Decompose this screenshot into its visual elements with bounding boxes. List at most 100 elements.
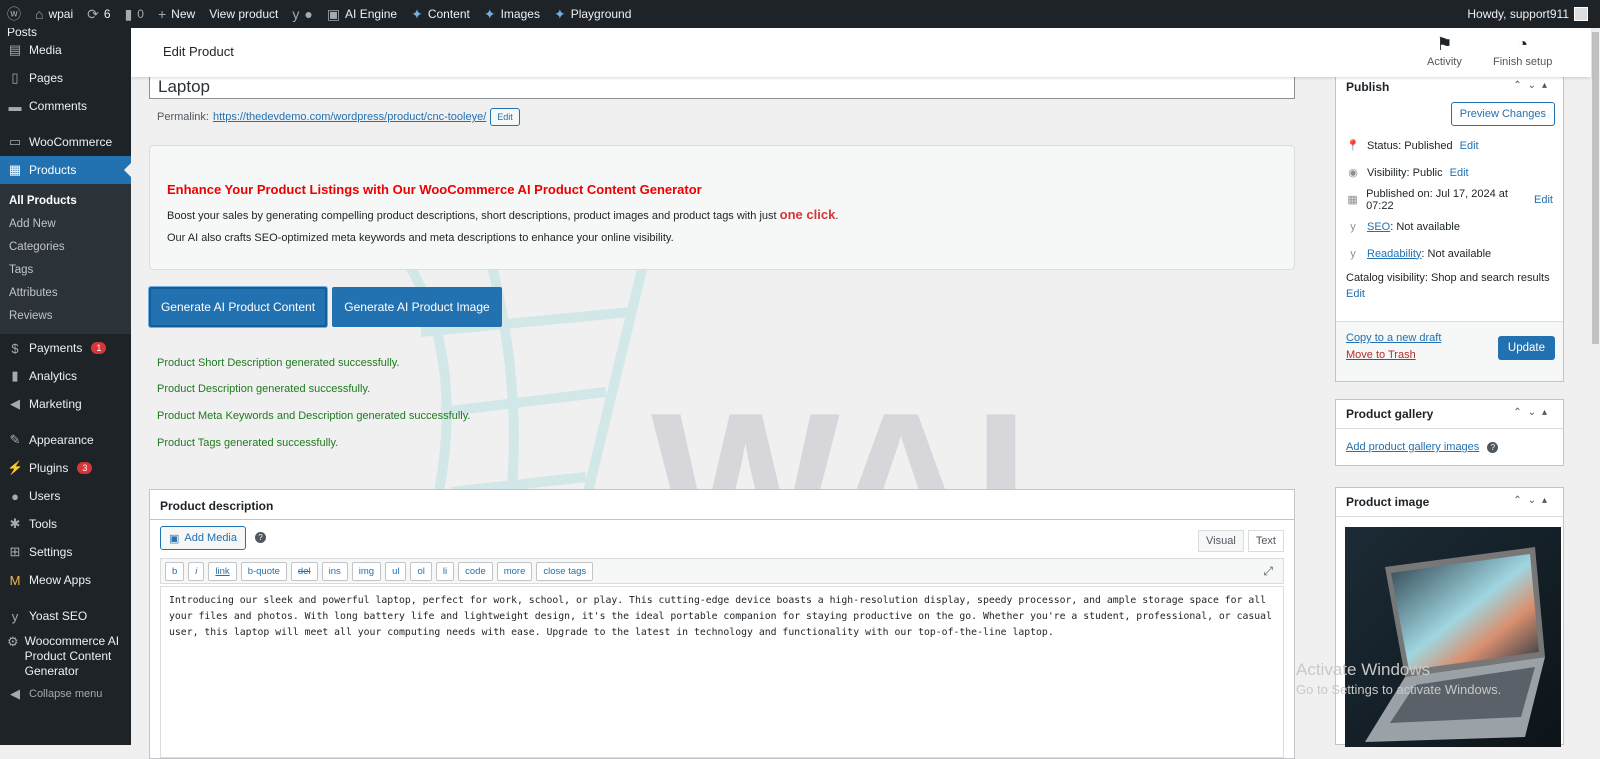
success-message: Product Short Description generated succ… — [157, 357, 400, 369]
yoast-icon: y — [1350, 247, 1356, 260]
add-gallery-images-link[interactable]: Add product gallery images — [1346, 441, 1479, 453]
add-media-button[interactable]: ▣ Add Media — [160, 526, 246, 550]
qt-del-button[interactable]: del — [290, 561, 318, 581]
qt-code-button[interactable]: code — [458, 561, 493, 581]
account-menu[interactable]: Howdy, support911 — [1460, 0, 1600, 28]
generate-image-button[interactable]: Generate AI Product Image — [332, 287, 502, 327]
wordpress-logo-icon[interactable]: ⓦ — [0, 0, 28, 28]
sidebar-item-yoast[interactable]: y Yoast SEO — [0, 602, 131, 630]
sidebar-item-users[interactable]: ● Users — [0, 482, 131, 510]
sidebar-item-posts[interactable]: Posts — [0, 28, 131, 36]
plugins-badge: 3 — [77, 462, 93, 474]
qt-img-button[interactable]: img — [351, 561, 382, 581]
qt-italic-button[interactable]: i — [188, 561, 205, 581]
visibility-edit-link[interactable]: Edit — [1450, 167, 1469, 179]
published-row: ▦ Published on: Jul 17, 2024 at 07:22 Edit — [1347, 187, 1553, 212]
submenu-all-products[interactable]: All Products — [0, 190, 131, 213]
scrollbar-thumb[interactable] — [1592, 32, 1599, 344]
preview-changes-button[interactable]: Preview Changes — [1450, 102, 1555, 126]
box-arrows-icon[interactable]: ⌃⌄▴ — [1513, 407, 1553, 421]
ai-engine-link[interactable]: ▣ AI Engine — [320, 0, 404, 28]
sidebar-item-plugins[interactable]: ⚡ Plugins 3 — [0, 454, 131, 482]
sidebar-item-appearance[interactable]: ✎ Appearance — [0, 426, 131, 454]
submenu-attributes[interactable]: Attributes — [0, 282, 131, 305]
update-button[interactable]: Update — [1497, 336, 1555, 360]
yoast-link[interactable]: y ● — [285, 0, 319, 28]
page-scrollbar[interactable] — [1591, 28, 1600, 745]
qt-bquote-button[interactable]: b-quote — [240, 561, 287, 581]
readability-link[interactable]: Readability — [1367, 248, 1421, 260]
payments-icon: $ — [11, 340, 19, 356]
finish-setup-button[interactable]: ◔ Finish setup — [1493, 34, 1552, 68]
sidebar-item-settings[interactable]: ⊞ Settings — [0, 538, 131, 566]
qt-close-tags-button[interactable]: close tags — [536, 561, 594, 581]
new-link[interactable]: + New — [151, 0, 202, 28]
ai-engine-icon: ▣ — [326, 6, 341, 22]
sidebar-item-analytics[interactable]: ▮ Analytics — [0, 362, 131, 390]
activity-button[interactable]: ⚑ Activity — [1427, 34, 1462, 68]
view-product-link[interactable]: View product — [202, 0, 285, 28]
product-image-laptop[interactable] — [1345, 527, 1561, 747]
sidebar-item-pages[interactable]: ▯ Pages — [0, 64, 131, 92]
description-textarea[interactable]: Introducing our sleek and powerful lapto… — [160, 586, 1284, 758]
sidebar-item-tools[interactable]: ✱ Tools — [0, 510, 131, 538]
gear-icon: ⚙ — [7, 634, 19, 649]
tab-text[interactable]: Text — [1247, 530, 1284, 552]
playground-link[interactable]: ✦ Playground — [547, 0, 638, 28]
permalink-row: Permalink: https://thedevdemo.com/wordpr… — [157, 108, 520, 126]
promo-panel: Enhance Your Product Listings with Our W… — [149, 145, 1295, 270]
sidebar-item-comments[interactable]: ▬ Comments — [0, 92, 131, 120]
sidebar-item-products[interactable]: ▦ Products — [0, 156, 131, 184]
qt-li-button[interactable]: li — [435, 561, 455, 581]
permalink-edit-button[interactable]: Edit — [490, 108, 520, 126]
media-icon: ▣ — [169, 532, 180, 545]
sidebar-item-payments[interactable]: $ Payments 1 — [0, 334, 131, 362]
sidebar-item-meow-apps[interactable]: M Meow Apps — [0, 566, 131, 594]
qt-bold-button[interactable]: b — [165, 561, 185, 581]
qt-ul-button[interactable]: ul — [385, 561, 407, 581]
updates-link[interactable]: ⟳ 6 — [80, 0, 117, 28]
generate-content-button[interactable]: Generate AI Product Content — [149, 287, 327, 327]
qt-more-button[interactable]: more — [496, 561, 533, 581]
sidebar-item-wc-ai[interactable]: ⚙ Woocommerce AI Product Content Generato… — [0, 630, 131, 680]
sidebar-item-marketing[interactable]: ◀ Marketing — [0, 390, 131, 418]
submenu-categories[interactable]: Categories — [0, 236, 131, 259]
qt-ol-button[interactable]: ol — [410, 561, 432, 581]
help-icon[interactable]: ? — [1487, 441, 1499, 453]
editor-main: WAI Laptop Permalink: https://thedevdemo… — [131, 74, 1319, 759]
payments-badge: 1 — [91, 342, 107, 354]
content-link[interactable]: ✦ Content — [404, 0, 477, 28]
seo-link[interactable]: SEO — [1367, 221, 1390, 233]
qt-ins-button[interactable]: ins — [321, 561, 348, 581]
submenu-reviews[interactable]: Reviews — [0, 305, 131, 328]
box-arrows-icon[interactable]: ⌃⌄▴ — [1513, 80, 1553, 95]
product-title-input[interactable]: Laptop — [149, 74, 1295, 99]
sidebar-item-media[interactable]: ▤ Media — [0, 36, 131, 64]
fullscreen-icon[interactable]: ⤢ — [1257, 561, 1279, 582]
wrench-icon: ✱ — [9, 516, 21, 531]
products-submenu: All Products Add New Categories Tags Att… — [0, 184, 131, 334]
site-name-link[interactable]: ⌂ wpai — [28, 0, 80, 28]
tab-visual[interactable]: Visual — [1198, 530, 1244, 552]
comments-link[interactable]: ▮ 0 — [118, 0, 151, 28]
submenu-add-new[interactable]: Add New — [0, 213, 131, 236]
box-arrows-icon[interactable]: ⌃⌄▴ — [1513, 495, 1553, 509]
collapse-icon: ◀ — [10, 686, 20, 701]
sidebar-item-woocommerce[interactable]: ▭ WooCommerce — [0, 128, 131, 156]
date-edit-link[interactable]: Edit — [1534, 194, 1553, 206]
meow-icon: M — [9, 572, 21, 588]
promo-line1: Boost your sales by generating compellin… — [167, 207, 839, 222]
images-link[interactable]: ✦ Images — [477, 0, 547, 28]
help-icon[interactable]: ? — [255, 532, 266, 543]
admin-bar: ⓦ ⌂ wpai ⟳ 6 ▮ 0 + New View product y ● ▣ AI E… — [0, 0, 1600, 28]
image-heading: Product image — [1346, 495, 1430, 509]
catalog-edit-link[interactable]: Edit — [1346, 288, 1365, 300]
media-icon: ▤ — [8, 42, 22, 57]
qt-link-button[interactable]: link — [208, 561, 237, 581]
promo-line2: Our AI also crafts SEO-optimized meta ke… — [167, 232, 674, 244]
status-edit-link[interactable]: Edit — [1460, 140, 1479, 152]
permalink-link[interactable]: https://thedevdemo.com/wordpress/product… — [213, 111, 486, 123]
refresh-icon: ⟳ — [87, 6, 99, 22]
submenu-tags[interactable]: Tags — [0, 259, 131, 282]
collapse-menu[interactable]: ◀ Collapse menu — [0, 680, 131, 708]
